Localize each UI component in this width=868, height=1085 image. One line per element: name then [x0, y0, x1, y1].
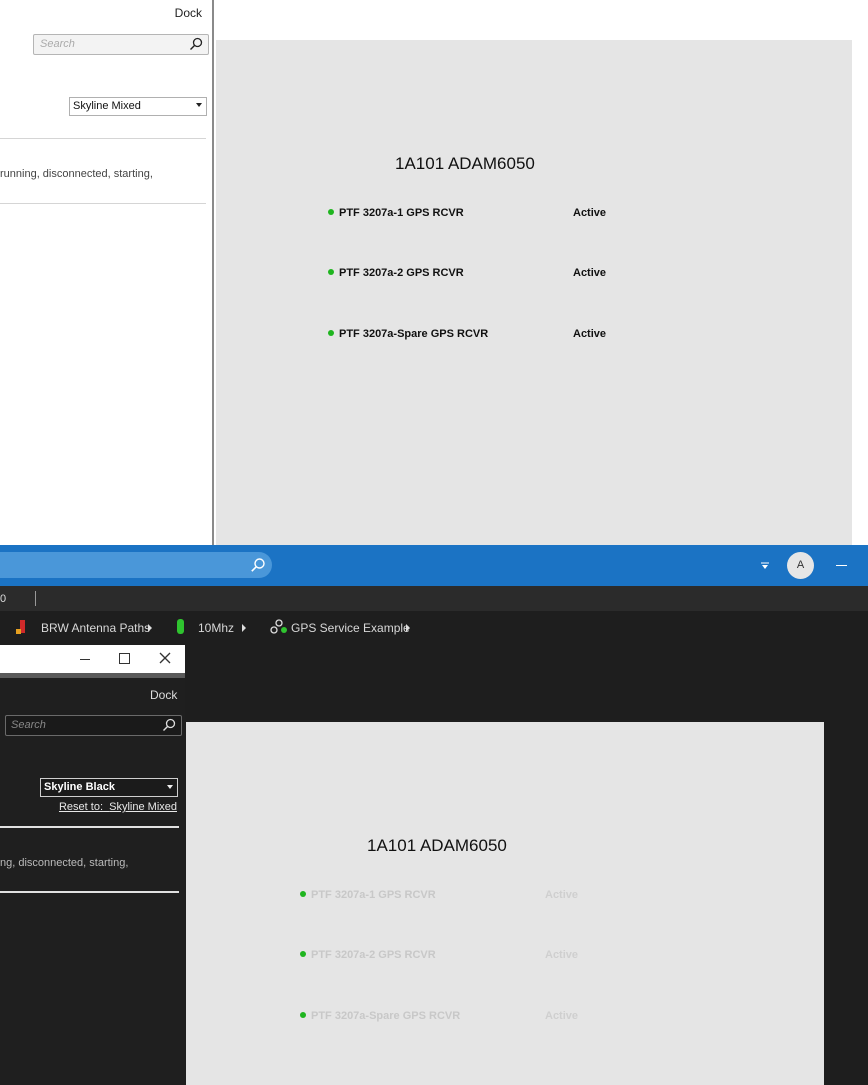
- reset-prefix: Reset to:: [58, 801, 104, 813]
- chevron-right-icon[interactable]: [406, 624, 410, 632]
- element-status: Active: [545, 889, 579, 901]
- element-status: Active: [545, 1010, 579, 1022]
- element-title: 1A101 ADAM6050: [395, 154, 535, 173]
- global-search-input[interactable]: [0, 552, 272, 578]
- chevron-right-icon[interactable]: [242, 624, 246, 632]
- status-dot: [300, 1012, 306, 1018]
- chevron-down-icon: [167, 785, 173, 789]
- element-status: Active: [573, 328, 607, 340]
- element-name[interactable]: PTF 3207a-2 GPS RCVR: [311, 949, 436, 961]
- element-name[interactable]: PTF 3207a-2 GPS RCVR: [339, 267, 464, 279]
- element-name[interactable]: PTF 3207a-Spare GPS RCVR: [339, 328, 488, 340]
- maximize-icon[interactable]: [119, 653, 130, 664]
- search-input[interactable]: Search: [33, 34, 209, 55]
- element-ok-icon: [177, 619, 184, 634]
- element-status: Active: [545, 949, 579, 961]
- chevron-down-icon: [196, 103, 202, 107]
- element-status: Active: [573, 267, 607, 279]
- status-dot: [328, 269, 334, 275]
- dock-button[interactable]: Dock: [175, 6, 202, 20]
- settings-panel-light: [0, 0, 213, 545]
- divider: [0, 203, 206, 204]
- element-title: 1A101 ADAM6050: [367, 836, 507, 855]
- bookmark-brw-antenna-paths[interactable]: BRW Antenna Paths: [41, 621, 150, 635]
- tab-separator: [35, 591, 36, 606]
- theme-select-value: Skyline Black: [44, 781, 115, 793]
- service-icon: [270, 619, 287, 634]
- states-description: running, disconnected, starting,: [0, 168, 153, 180]
- element-alarm-icon: [16, 620, 25, 634]
- divider: [0, 891, 179, 893]
- search-icon[interactable]: [189, 37, 203, 51]
- tab-label[interactable]: 0: [0, 593, 6, 605]
- element-status: Active: [573, 207, 607, 219]
- states-description: ng, disconnected, starting,: [0, 857, 129, 869]
- theme-select[interactable]: Skyline Mixed: [69, 97, 207, 116]
- panel-splitter[interactable]: [212, 0, 214, 545]
- divider: [0, 138, 206, 139]
- minimize-icon[interactable]: [80, 659, 90, 660]
- visual-overview-canvas: [216, 40, 852, 545]
- close-icon[interactable]: [158, 651, 172, 665]
- status-dot: [300, 891, 306, 897]
- search-placeholder: Search: [40, 38, 75, 50]
- reset-theme-link[interactable]: Reset to: Skyline Mixed: [59, 801, 177, 813]
- element-name[interactable]: PTF 3207a-1 GPS RCVR: [311, 889, 436, 901]
- dock-button[interactable]: Dock: [150, 688, 177, 702]
- bookmark-10mhz[interactable]: 10Mhz: [198, 621, 234, 635]
- search-input[interactable]: Search: [5, 715, 182, 736]
- element-name[interactable]: PTF 3207a-1 GPS RCVR: [339, 207, 464, 219]
- minimize-icon[interactable]: [836, 565, 847, 566]
- avatar[interactable]: A: [787, 552, 814, 579]
- reset-value: Skyline Mixed: [109, 801, 177, 813]
- divider: [0, 826, 179, 828]
- search-icon[interactable]: [250, 557, 266, 573]
- visual-overview-canvas: [186, 722, 824, 1085]
- theme-select[interactable]: Skyline Black: [40, 778, 178, 797]
- card-tab-strip: [0, 586, 868, 611]
- bookmark-gps-service-example[interactable]: GPS Service Example: [291, 621, 410, 635]
- chevron-right-icon[interactable]: [148, 624, 152, 632]
- status-dot: [328, 330, 334, 336]
- theme-select-value: Skyline Mixed: [73, 100, 141, 112]
- status-dot: [300, 951, 306, 957]
- element-name[interactable]: PTF 3207a-Spare GPS RCVR: [311, 1010, 460, 1022]
- filter-icon[interactable]: [760, 561, 770, 571]
- search-placeholder: Search: [11, 719, 46, 731]
- status-dot: [328, 209, 334, 215]
- search-icon[interactable]: [162, 718, 176, 732]
